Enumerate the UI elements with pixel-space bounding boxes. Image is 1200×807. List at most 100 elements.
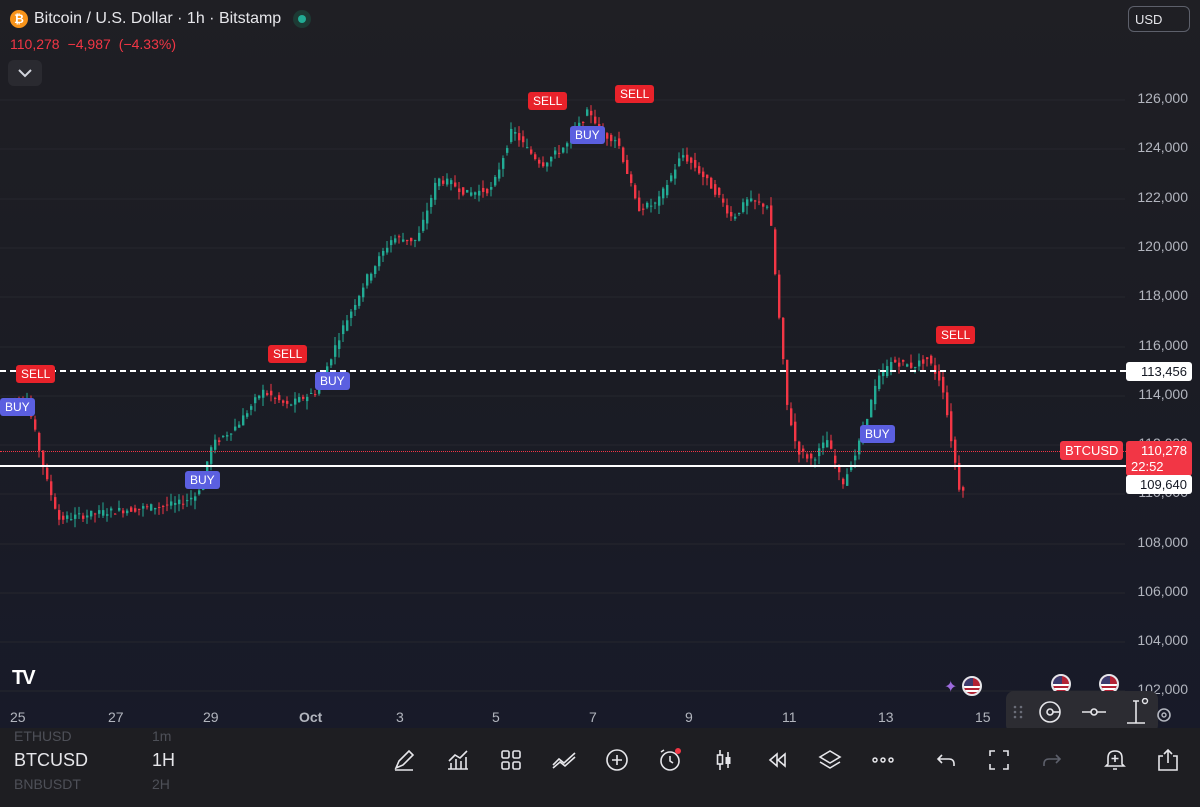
candle-body <box>158 507 161 509</box>
drag-handle-icon[interactable] <box>1008 699 1028 725</box>
add-icon[interactable] <box>601 744 633 776</box>
ai-sparkle-icon[interactable]: ✦ <box>944 677 957 697</box>
candle-body <box>474 192 477 195</box>
candle-body <box>882 371 885 377</box>
price-tick-label: 124,000 <box>1137 139 1188 155</box>
compare-icon[interactable] <box>548 744 580 776</box>
buy-signal-label[interactable]: BUY <box>0 398 35 416</box>
candle-body <box>670 175 673 182</box>
buy-signal-label[interactable]: BUY <box>860 425 895 443</box>
candle-body <box>662 188 665 199</box>
tradingview-logo[interactable]: TV <box>12 667 36 690</box>
candle-body <box>906 364 909 367</box>
candle-body <box>958 463 961 490</box>
candle-body <box>590 110 593 116</box>
alert-icon[interactable] <box>654 744 686 776</box>
candle-body <box>262 389 265 398</box>
candle-body <box>414 239 417 241</box>
vertical-measure-icon[interactable] <box>1122 698 1150 725</box>
candle-body <box>798 441 801 455</box>
candle-body <box>762 203 765 207</box>
candle-body <box>190 497 193 500</box>
active-interval[interactable]: 1H <box>152 750 175 771</box>
candle-body <box>874 385 877 405</box>
replay-icon[interactable] <box>761 744 793 776</box>
settings-icon[interactable] <box>1156 707 1172 728</box>
layouts-icon[interactable] <box>495 744 527 776</box>
currency-label: USD <box>1135 11 1163 27</box>
candle-body <box>98 510 101 514</box>
draw-icon[interactable] <box>388 744 420 776</box>
watchlist-interval[interactable]: 2H <box>152 776 170 792</box>
symbol-header[interactable]: ₿ Bitcoin / U.S. Dollar · 1h · Bitstamp <box>10 8 312 30</box>
price-tick-label: 126,000 <box>1137 90 1188 106</box>
cycle-icon[interactable] <box>1036 699 1064 725</box>
us-event-flag-icon[interactable] <box>962 676 982 696</box>
symbol-title[interactable]: Bitcoin / U.S. Dollar · 1h · Bitstamp <box>34 10 281 28</box>
add-alert-icon[interactable] <box>1099 744 1131 776</box>
candle-body <box>822 442 825 449</box>
buy-signal-label[interactable]: BUY <box>315 372 350 390</box>
indicators-icon[interactable] <box>442 744 474 776</box>
candle-body <box>666 184 669 196</box>
candle-body <box>550 156 553 162</box>
more-icon[interactable] <box>867 744 899 776</box>
candle-body <box>102 510 105 516</box>
candle-body <box>558 152 561 154</box>
buy-signal-label[interactable]: BUY <box>185 471 220 489</box>
sell-signal-label[interactable]: SELL <box>936 326 976 344</box>
resistance-line[interactable] <box>0 370 1126 372</box>
share-icon[interactable] <box>1152 744 1184 776</box>
currency-selector[interactable]: USD <box>1128 6 1190 32</box>
sell-signal-label[interactable]: SELL <box>268 345 308 363</box>
candle-body <box>738 212 741 214</box>
candle-body <box>66 515 69 519</box>
redo-icon[interactable] <box>1036 744 1068 776</box>
fullscreen-icon[interactable] <box>983 744 1015 776</box>
candle-body <box>770 205 773 226</box>
active-symbol[interactable]: BTCUSD <box>14 750 88 771</box>
support-line[interactable] <box>0 465 1126 467</box>
watchlist-interval[interactable]: 1m <box>152 728 171 744</box>
price-chart[interactable] <box>0 30 1125 730</box>
candle-body <box>938 371 941 381</box>
candle-body <box>250 406 253 410</box>
candle-body <box>174 502 177 505</box>
candle-body <box>398 236 401 238</box>
candle-body <box>150 504 153 511</box>
candle-body <box>346 320 349 331</box>
candle-body <box>478 190 481 196</box>
candle-body <box>850 467 853 471</box>
candle-body <box>614 140 617 142</box>
candle-body <box>502 158 505 169</box>
drawing-toolbar[interactable] <box>1006 691 1158 733</box>
undo-icon[interactable] <box>930 744 962 776</box>
candle-body <box>654 202 657 204</box>
sell-signal-label[interactable]: SELL <box>528 92 568 110</box>
candle-body <box>522 136 525 143</box>
candle-body <box>366 274 369 286</box>
buy-signal-label[interactable]: BUY <box>570 126 605 144</box>
candle-body <box>194 496 197 501</box>
candle-body <box>718 187 721 196</box>
candle-body <box>246 413 249 417</box>
candle-body <box>446 178 449 185</box>
candle-body <box>838 466 841 473</box>
candle-body <box>734 216 737 219</box>
candle-body <box>618 138 621 146</box>
sell-signal-label[interactable]: SELL <box>16 365 56 383</box>
layers-icon[interactable] <box>814 744 846 776</box>
candle-type-icon[interactable] <box>708 744 740 776</box>
price-tick-label: 122,000 <box>1137 189 1188 205</box>
candle-body <box>154 508 157 510</box>
horizontal-ray-icon[interactable] <box>1080 699 1108 725</box>
watchlist-symbol[interactable]: ETHUSD <box>14 728 72 744</box>
candle-body <box>298 397 301 403</box>
sell-signal-label[interactable]: SELL <box>615 85 655 103</box>
time-tick-label: 7 <box>589 709 597 725</box>
candle-body <box>658 196 661 206</box>
candle-body <box>458 188 461 193</box>
candle-body <box>242 415 245 426</box>
candle-body <box>694 159 697 168</box>
watchlist-symbol[interactable]: BNBUSDT <box>14 776 81 792</box>
